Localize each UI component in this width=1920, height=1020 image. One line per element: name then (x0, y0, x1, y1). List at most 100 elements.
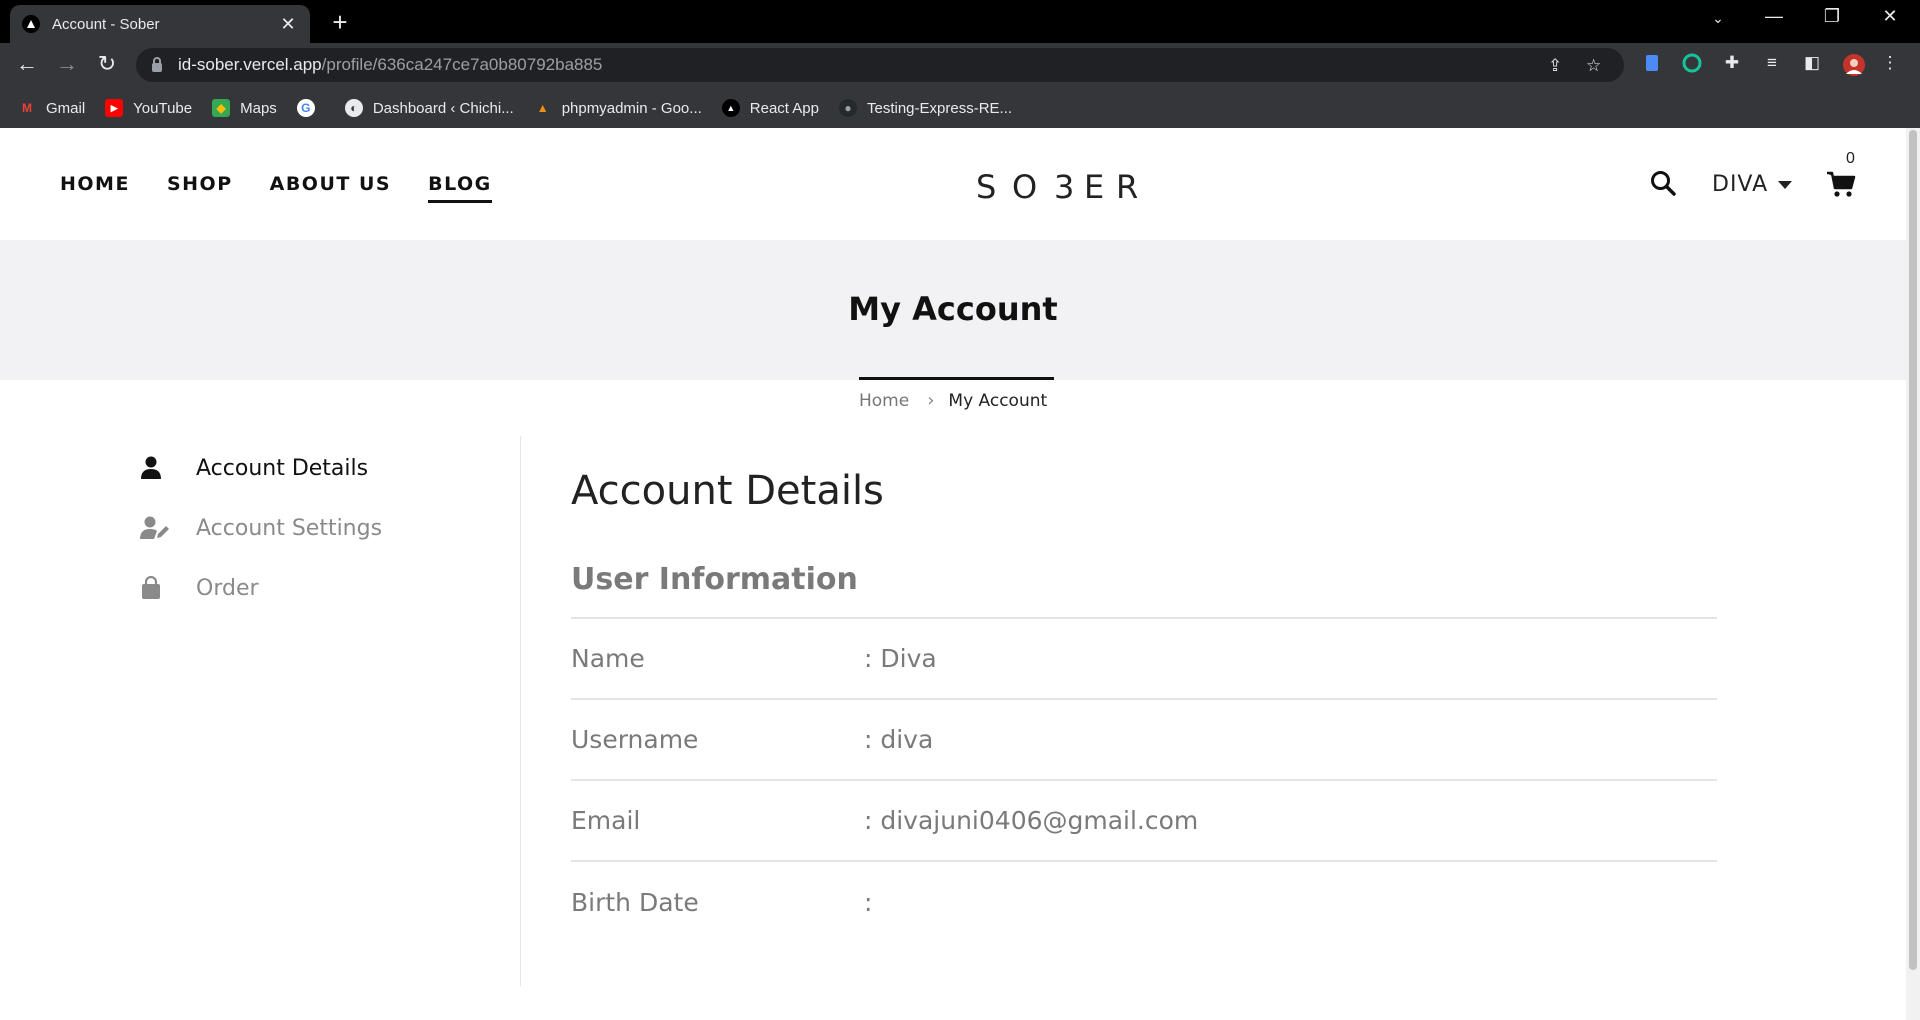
page-viewport: HOME SHOP ABOUT US BLOG S O 3 E R DIVA 0 (0, 128, 1906, 1020)
tab-search-icon[interactable]: ⌄ (1706, 10, 1730, 27)
info-label: Username (571, 725, 699, 754)
menu-blog[interactable]: BLOG (428, 173, 492, 203)
info-value: : divajuni0406@gmail.com (864, 806, 1199, 835)
tab-title: Account - Sober (52, 15, 160, 33)
bookmark-label: phpmyadmin - Goo... (561, 99, 702, 117)
extension-doc-icon[interactable] (1642, 53, 1662, 73)
extension-grammarly-icon[interactable] (1682, 53, 1702, 73)
content-title: Account Details (571, 468, 884, 514)
maps-icon: ◆ (212, 99, 231, 117)
sober-logo-icon: S O 3 E R (976, 168, 1140, 206)
extensions-puzzle-icon[interactable]: ✚ (1722, 53, 1742, 73)
search-icon[interactable] (1650, 170, 1680, 200)
site-logo[interactable]: S O 3 E R (976, 168, 1140, 213)
url-path: /profile/636ca247ce7a0b80792ba885 (321, 55, 603, 74)
bookmark-label: Gmail (46, 99, 86, 117)
breadcrumb-current: My Account (948, 390, 1048, 411)
share-icon[interactable]: ⇪ (1548, 56, 1562, 76)
breadcrumb-home[interactable]: Home (859, 391, 909, 411)
chevron-right-icon: › (927, 390, 935, 411)
info-label: Birth Date (571, 888, 699, 917)
url-text: id-sober.vercel.app/profile/636ca247ce7a… (178, 55, 602, 75)
bookmark-label: YouTube (133, 99, 193, 117)
restore-window-icon[interactable]: ❐ (1820, 6, 1844, 27)
bookmark-label: Dashboard ‹ Chichi... (372, 99, 514, 117)
page-title: My Account (848, 290, 1058, 328)
cart-icon[interactable] (1826, 170, 1858, 200)
lock-icon (152, 56, 162, 72)
media-queue-icon[interactable]: ≡ (1762, 53, 1782, 73)
shopping-bag-icon (140, 573, 174, 603)
bookmark-dashboard[interactable]: ◐ Dashboard ‹ Chichi... (344, 99, 514, 117)
bookmark-gmail[interactable]: M Gmail (18, 99, 85, 117)
close-tab-icon[interactable]: ✕ (278, 14, 298, 35)
info-value: : diva (864, 725, 934, 754)
svg-text:O: O (1012, 170, 1055, 204)
minimize-window-icon[interactable]: — (1762, 6, 1786, 27)
user-dropdown[interactable]: DIVA (1712, 172, 1793, 197)
cart-count-badge: 0 (1846, 150, 1855, 167)
menu-home[interactable]: HOME (60, 173, 130, 203)
phpmyadmin-icon: ▲ (536, 101, 549, 115)
browser-menu-icon[interactable]: ⋮ (1880, 53, 1900, 73)
reload-icon[interactable]: ↻ (92, 51, 122, 77)
account-details-panel: Account Details User Information Name : … (571, 468, 1717, 943)
page-scrollbar[interactable] (1906, 128, 1920, 1020)
info-row-name: Name : Diva (571, 619, 1717, 700)
info-label: Email (571, 806, 641, 835)
url-host: id-sober.vercel.app (178, 55, 322, 74)
back-arrow-icon[interactable]: ← (12, 51, 42, 77)
address-bar[interactable]: id-sober.vercel.app/profile/636ca247ce7a… (136, 48, 1624, 82)
page-hero: My Account (0, 240, 1906, 380)
bookmark-star-icon[interactable]: ☆ (1586, 56, 1601, 76)
user-icon (140, 453, 174, 483)
github-icon: ● (839, 99, 857, 117)
side-panel-icon[interactable]: ◧ (1802, 53, 1822, 73)
sidebar-item-account-settings[interactable]: Account Settings (140, 498, 520, 558)
bookmark-testing-express[interactable]: ● Testing-Express-RE... (839, 99, 1012, 117)
site-header: HOME SHOP ABOUT US BLOG S O 3 E R DIVA 0 (0, 128, 1906, 240)
sidebar-item-label: Account Details (196, 455, 369, 481)
youtube-icon: ▶ (105, 99, 124, 117)
bookmark-label: Testing-Express-RE... (867, 99, 1013, 117)
main-menu: HOME SHOP ABOUT US BLOG (60, 173, 529, 203)
info-label: Name (571, 644, 645, 673)
bookmark-react-app[interactable]: ▲ React App (721, 99, 819, 117)
bookmarks-bar: M Gmail ▶ YouTube ◆ Maps G ◐ Dashboard ‹… (0, 88, 1920, 128)
bookmark-youtube[interactable]: ▶ YouTube (105, 99, 192, 117)
section-title: User Information (571, 562, 1717, 619)
menu-about-us[interactable]: ABOUT US (270, 173, 391, 203)
site-favicon-icon (22, 15, 40, 33)
gmail-icon: M (22, 101, 32, 115)
profile-avatar-icon[interactable] (1842, 53, 1865, 76)
user-edit-icon (140, 513, 174, 543)
new-tab-button[interactable]: + (326, 7, 354, 38)
forward-arrow-icon[interactable]: → (52, 51, 82, 77)
info-value: : Diva (864, 644, 937, 673)
sidebar-item-order[interactable]: Order (140, 558, 520, 618)
sidebar-divider (520, 436, 521, 986)
svg-text:R: R (1116, 170, 1140, 204)
bookmark-maps[interactable]: ◆ Maps (212, 99, 277, 117)
scrollbar-thumb[interactable] (1909, 130, 1917, 970)
browser-tab[interactable]: Account - Sober ✕ (10, 5, 310, 43)
react-app-icon: ▲ (721, 99, 740, 117)
info-value: : (864, 888, 873, 917)
browser-tab-strip: Account - Sober ✕ + ⌄ — ❐ ✕ (0, 0, 1920, 43)
sidebar-item-label: Order (196, 575, 259, 601)
close-window-icon[interactable]: ✕ (1878, 6, 1902, 27)
account-sidebar: Account Details Account Settings Order (140, 438, 520, 618)
caret-down-icon (1778, 180, 1793, 189)
menu-shop[interactable]: SHOP (167, 173, 233, 203)
user-name: DIVA (1712, 172, 1769, 197)
browser-toolbar: ← → ↻ id-sober.vercel.app/profile/636ca2… (0, 43, 1920, 88)
sidebar-item-label: Account Settings (196, 515, 383, 541)
bookmark-label: React App (749, 99, 819, 117)
bookmark-label: Maps (240, 99, 277, 117)
globe-icon: ◐ (344, 99, 363, 117)
svg-text:S: S (976, 170, 996, 204)
bookmark-google[interactable]: G (296, 99, 325, 117)
bookmark-phpmyadmin[interactable]: ▲ phpmyadmin - Goo... (534, 99, 702, 117)
google-icon: G (296, 99, 315, 117)
sidebar-item-account-details[interactable]: Account Details (140, 438, 520, 498)
